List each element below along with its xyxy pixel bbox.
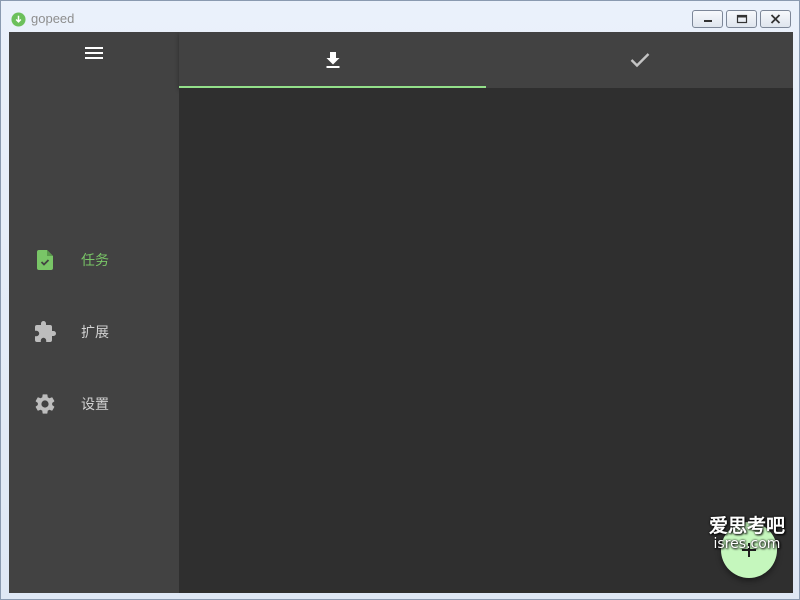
- title-bar[interactable]: gopeed: [1, 1, 799, 31]
- sidebar-item-settings[interactable]: 设置: [9, 384, 179, 424]
- minimize-button[interactable]: [692, 10, 723, 28]
- window-controls: [692, 10, 791, 28]
- gopeed-logo-icon: [11, 12, 26, 27]
- sidebar-item-label: 扩展: [81, 325, 109, 341]
- menu-icon: [85, 47, 103, 59]
- check-icon: [630, 53, 649, 68]
- minimize-icon: [703, 20, 712, 22]
- sidebar-item-label: 设置: [81, 397, 109, 413]
- watermark: 爱思考吧 isres.com: [697, 511, 797, 552]
- window-title: gopeed: [31, 11, 75, 26]
- tab-bar: [179, 32, 793, 88]
- puzzle-icon: [35, 321, 56, 342]
- tab-completed[interactable]: [486, 32, 793, 88]
- app-client-area: 任务 扩展 设置: [9, 32, 793, 593]
- menu-button[interactable]: [81, 42, 107, 64]
- watermark-url: isres.com: [713, 536, 781, 552]
- maximize-button[interactable]: [726, 10, 757, 28]
- close-button[interactable]: [760, 10, 791, 28]
- gear-icon: [35, 394, 55, 414]
- sidebar-item-tasks[interactable]: 任务: [9, 240, 179, 280]
- sidebar-item-label: 任务: [81, 253, 109, 269]
- watermark-title: 爱思考吧: [708, 515, 785, 537]
- app-window: gopeed 任务 扩展 设置 爱思考吧 isres.com: [0, 0, 800, 600]
- sidebar: 任务 扩展 设置: [9, 32, 179, 593]
- tab-downloading[interactable]: [179, 32, 486, 88]
- close-icon: [770, 14, 781, 24]
- download-icon: [326, 52, 339, 68]
- sidebar-item-extensions[interactable]: 扩展: [9, 312, 179, 352]
- maximize-icon: [736, 14, 747, 24]
- task-file-check-icon: [37, 250, 53, 270]
